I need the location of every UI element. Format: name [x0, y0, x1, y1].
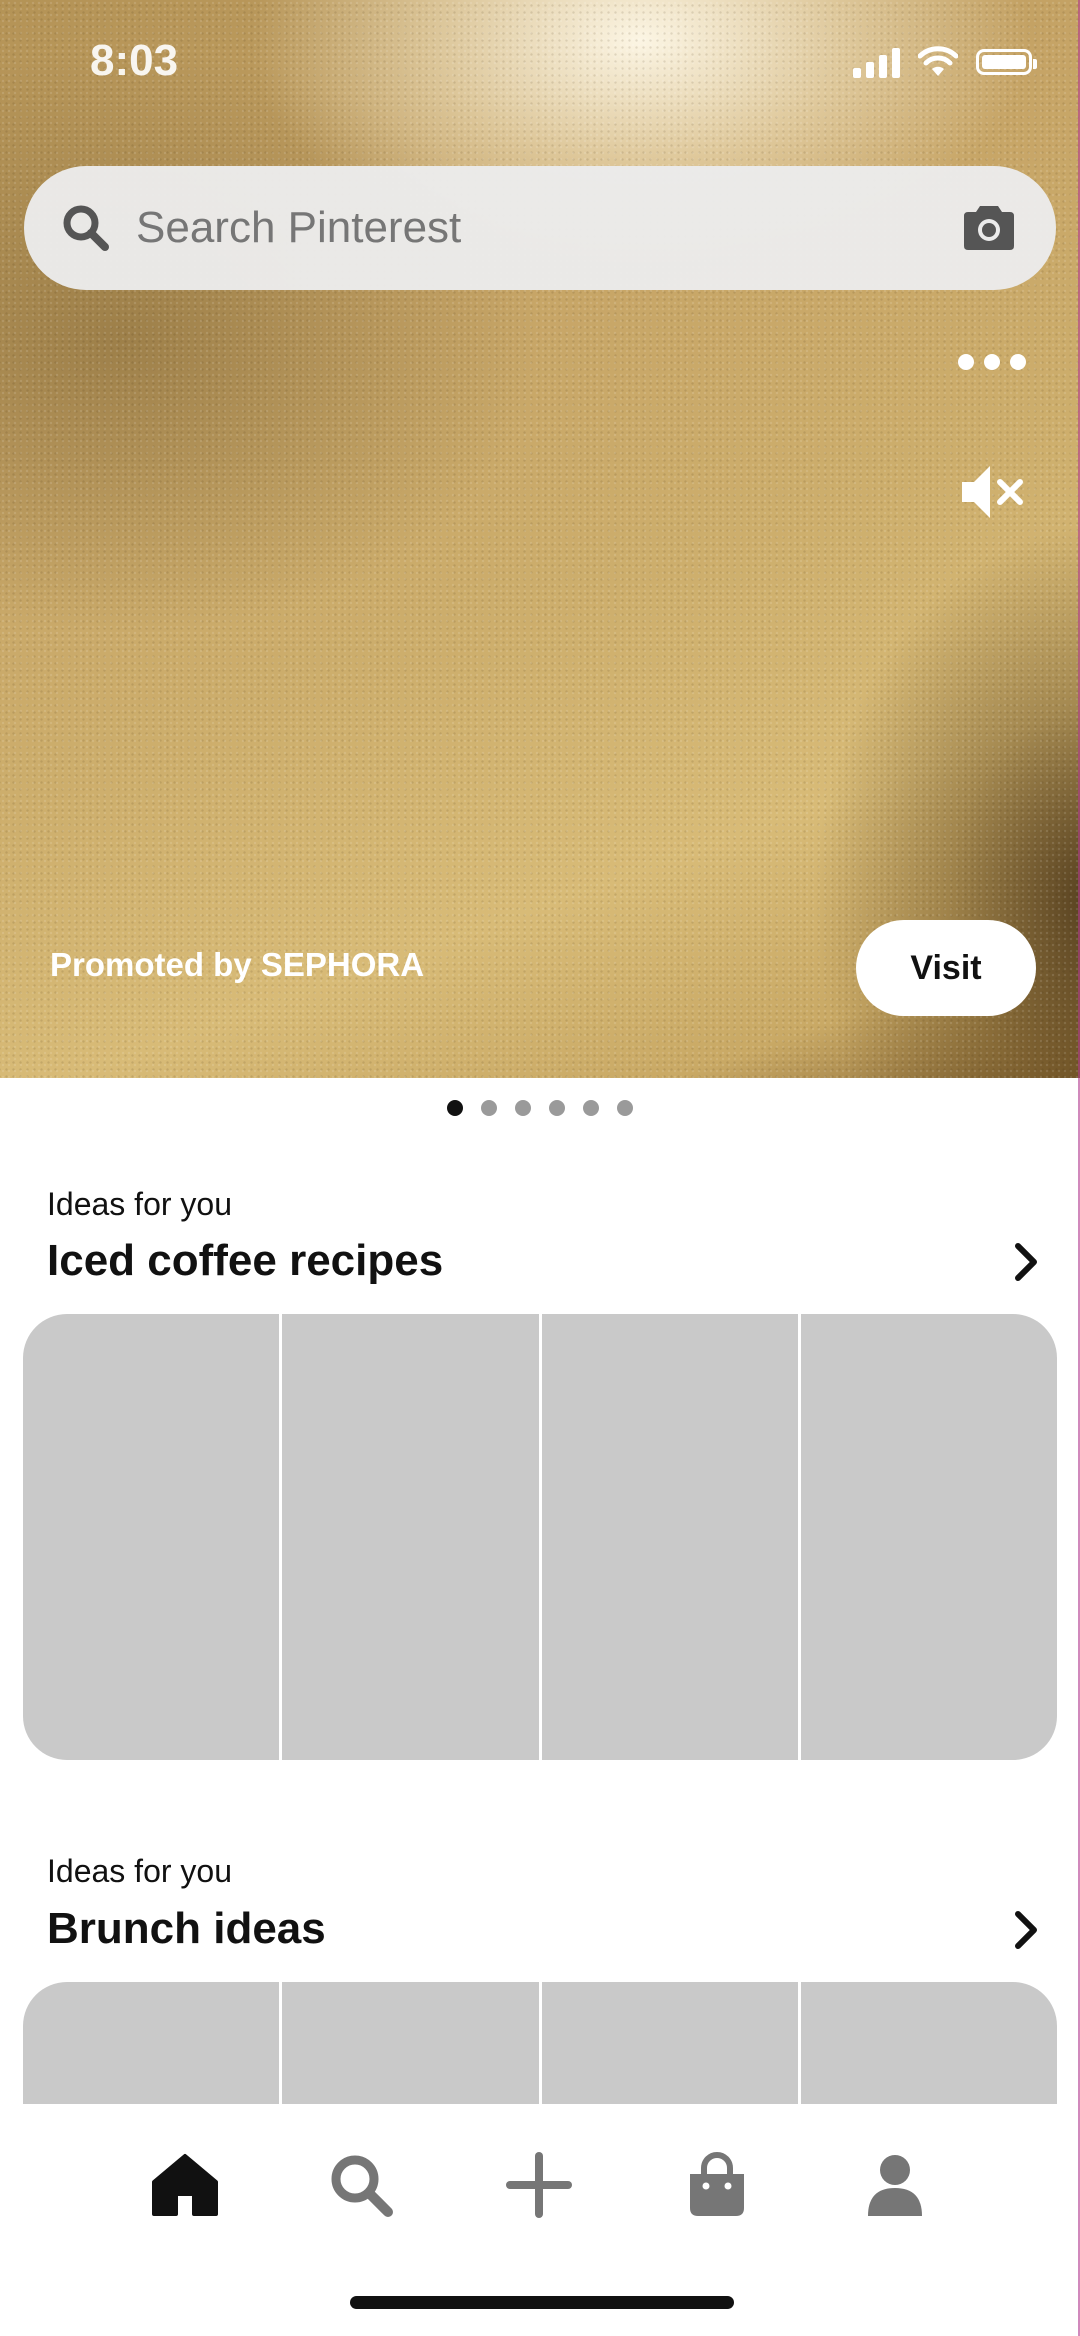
profile-icon[interactable]	[860, 2150, 930, 2220]
search-input[interactable]	[134, 202, 958, 254]
search-icon	[63, 205, 109, 251]
battery-icon	[976, 49, 1037, 75]
section-title[interactable]: Iced coffee recipes	[47, 1236, 443, 1286]
section-subtitle: Ideas for you	[47, 1186, 232, 1222]
home-icon[interactable]	[150, 2150, 220, 2220]
pin-image-placeholder[interactable]	[23, 1314, 280, 1760]
pin-image-placeholder[interactable]	[800, 1314, 1057, 1760]
carousel-dot[interactable]	[515, 1100, 531, 1116]
muted-speaker-icon[interactable]	[958, 460, 1028, 524]
camera-icon[interactable]	[958, 202, 1020, 254]
search-icon[interactable]	[326, 2150, 396, 2220]
cellular-signal-icon	[853, 46, 900, 78]
carousel-dot[interactable]	[447, 1100, 463, 1116]
status-icons	[853, 46, 1037, 78]
carousel-dot[interactable]	[583, 1100, 599, 1116]
search-bar[interactable]	[24, 166, 1056, 290]
idea-board-preview[interactable]	[23, 1314, 1057, 1760]
visit-button[interactable]: Visit	[856, 920, 1036, 1016]
shopping-bag-icon[interactable]	[682, 2150, 752, 2220]
chevron-right-icon[interactable]	[1006, 1908, 1046, 1952]
section-title[interactable]: Brunch ideas	[47, 1904, 326, 1954]
pin-image-placeholder[interactable]	[282, 1314, 539, 1760]
carousel-dot[interactable]	[549, 1100, 565, 1116]
carousel-indicator	[0, 1100, 1080, 1116]
promoted-video[interactable]	[0, 0, 1080, 1078]
carousel-dot[interactable]	[481, 1100, 497, 1116]
status-bar: 8:03	[0, 0, 1080, 130]
section-subtitle: Ideas for you	[47, 1853, 232, 1889]
plus-icon[interactable]	[504, 2150, 574, 2220]
carousel-dot[interactable]	[617, 1100, 633, 1116]
wifi-icon	[918, 46, 958, 76]
home-indicator[interactable]	[350, 2296, 734, 2309]
promoted-by-label[interactable]: Promoted by SEPHORA	[50, 946, 424, 984]
status-time: 8:03	[90, 36, 179, 85]
chevron-right-icon[interactable]	[1006, 1240, 1046, 1284]
video-texture	[0, 0, 1080, 1078]
pin-image-placeholder[interactable]	[541, 1314, 798, 1760]
more-options-icon[interactable]	[958, 340, 1026, 384]
